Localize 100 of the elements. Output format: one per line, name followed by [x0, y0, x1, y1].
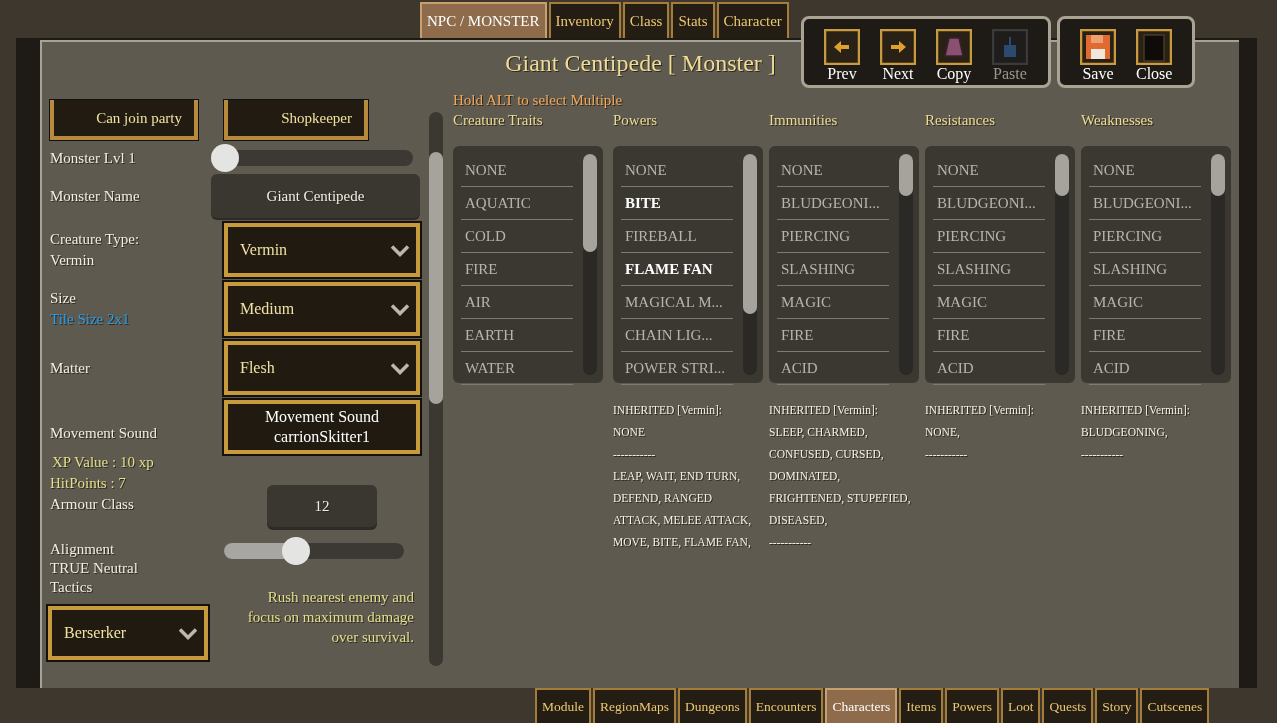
save-button[interactable]: Save: [1076, 29, 1120, 83]
inherited-text: NONE,: [925, 425, 961, 440]
tab[interactable]: Powers: [945, 688, 999, 723]
list-item[interactable]: WATER: [461, 352, 573, 385]
column-header: Creature Traits: [453, 112, 544, 130]
name-field[interactable]: Giant Centipede: [211, 174, 420, 218]
size-dropdown[interactable]: Medium: [224, 282, 420, 336]
list-item[interactable]: PIERCING: [777, 220, 889, 253]
list-item[interactable]: PIERCING: [933, 220, 1045, 253]
list-item[interactable]: ACID: [777, 352, 889, 385]
level-slider[interactable]: [211, 144, 413, 172]
tab[interactable]: RegionMaps: [593, 688, 676, 723]
name-label: Monster Name: [50, 187, 141, 205]
size-label: Size: [50, 290, 77, 307]
inherited-text: INHERITED [Vermin]:: [925, 403, 1035, 418]
list-item[interactable]: BLUDGEONI...: [777, 187, 889, 220]
chevron-icon: [390, 243, 410, 257]
tab[interactable]: Inventory: [548, 2, 621, 38]
list-item[interactable]: FIRE: [461, 253, 573, 286]
chevron-icon: [390, 302, 410, 316]
tab[interactable]: Character: [716, 2, 789, 38]
scrollbar[interactable]: [1055, 154, 1069, 375]
alignment-value: TRUE Neutral: [50, 560, 139, 577]
hint-text: Hold ALT to select Multiple: [453, 92, 624, 110]
inherited-text: -----------: [925, 447, 969, 462]
list-item[interactable]: EARTH: [461, 319, 573, 352]
list-item[interactable]: MAGIC: [1089, 286, 1201, 319]
list-item[interactable]: COLD: [461, 220, 573, 253]
tile-size-label: Tile Size 2x1: [50, 311, 131, 328]
matter-dropdown[interactable]: Flesh: [224, 341, 420, 395]
list-item[interactable]: CHAIN LIG...: [621, 319, 733, 352]
armour-class-field[interactable]: 12: [267, 485, 377, 527]
tab[interactable]: Items: [899, 688, 944, 723]
list-item[interactable]: BLUDGEONI...: [933, 187, 1045, 220]
tab[interactable]: Stats: [671, 2, 715, 38]
scrollbar[interactable]: [1211, 154, 1225, 375]
toggle-button[interactable]: Can join party: [50, 100, 198, 140]
paste-icon: [992, 29, 1028, 65]
next-button[interactable]: Next: [876, 29, 920, 83]
right-arrow-icon: [880, 29, 916, 65]
hitpoints-label: HitPoints : 7: [50, 475, 127, 492]
scrollbar[interactable]: [583, 154, 597, 375]
tab[interactable]: Characters: [825, 688, 898, 723]
toggle-button[interactable]: Shopkeeper: [224, 100, 368, 140]
list-item[interactable]: AIR: [461, 286, 573, 319]
list-item[interactable]: NONE: [777, 154, 889, 187]
list-item[interactable]: SLASHING: [777, 253, 889, 286]
inherited-text: NONE: [613, 425, 646, 440]
list-item[interactable]: NONE: [621, 154, 733, 187]
tab[interactable]: Module: [535, 688, 591, 723]
copy-icon: [936, 29, 972, 65]
tab[interactable]: Dungeons: [678, 688, 747, 723]
scrollbar[interactable]: [429, 112, 443, 666]
tactics-dropdown[interactable]: Berserker: [48, 606, 208, 660]
copy-button[interactable]: Copy: [932, 29, 976, 83]
tab[interactable]: Loot: [1000, 688, 1041, 723]
inherited-text: INHERITED [Vermin]:: [1081, 403, 1191, 418]
list-item[interactable]: AQUATIC: [461, 187, 573, 220]
column-header: Powers: [613, 112, 659, 130]
creature-type-dropdown[interactable]: Vermin: [224, 223, 420, 277]
list-item[interactable]: FIRE: [1089, 319, 1201, 352]
tab[interactable]: Encounters: [748, 688, 824, 723]
list-item[interactable]: MAGIC: [933, 286, 1045, 319]
chevron-icon: [178, 626, 198, 640]
scrollbar[interactable]: [899, 154, 913, 375]
level-label: Monster Lvl 1: [50, 149, 137, 167]
list-item[interactable]: FLAME FAN: [621, 253, 733, 286]
list-item[interactable]: MAGIC: [777, 286, 889, 319]
close-button[interactable]: Close: [1132, 29, 1177, 83]
list-item[interactable]: NONE: [1089, 154, 1201, 187]
list-item[interactable]: BITE: [621, 187, 733, 220]
list-item[interactable]: SLASHING: [933, 253, 1045, 286]
prev-button[interactable]: Prev: [820, 29, 864, 83]
tab[interactable]: NPC / MONSTER: [420, 2, 547, 38]
list-item[interactable]: NONE: [933, 154, 1045, 187]
list-item[interactable]: FIRE: [777, 319, 889, 352]
inherited-text: BLUDGEONING,: [1081, 425, 1169, 440]
save-icon: [1080, 29, 1116, 65]
list-item[interactable]: ACID: [933, 352, 1045, 385]
tab[interactable]: Class: [622, 2, 670, 38]
list-item[interactable]: PIERCING: [1089, 220, 1201, 253]
scrollbar[interactable]: [743, 154, 757, 375]
list-item[interactable]: MAGICAL M...: [621, 286, 733, 319]
creature-type-label: Creature Type:: [50, 231, 141, 248]
tab[interactable]: Cutscenes: [1140, 688, 1210, 723]
tab[interactable]: Quests: [1042, 688, 1094, 723]
movement-sound-button[interactable]: Movement Sound carrionSkitter1: [224, 400, 420, 454]
alignment-slider[interactable]: [224, 537, 404, 565]
movement-sound-label: Movement Sound: [50, 424, 159, 442]
list-item[interactable]: SLASHING: [1089, 253, 1201, 286]
list-item[interactable]: POWER STRI...: [621, 352, 733, 385]
list-item[interactable]: FIRE: [933, 319, 1045, 352]
list-item[interactable]: ACID: [1089, 352, 1201, 385]
list-item[interactable]: BLUDGEONI...: [1089, 187, 1201, 220]
inherited-text: INHERITED [Vermin]:: [769, 403, 879, 418]
list-item[interactable]: NONE: [461, 154, 573, 187]
tab[interactable]: Story: [1095, 688, 1139, 723]
alignment-label: Alignment: [50, 541, 116, 558]
left-arrow-icon: [824, 29, 860, 65]
list-item[interactable]: FIREBALL: [621, 220, 733, 253]
